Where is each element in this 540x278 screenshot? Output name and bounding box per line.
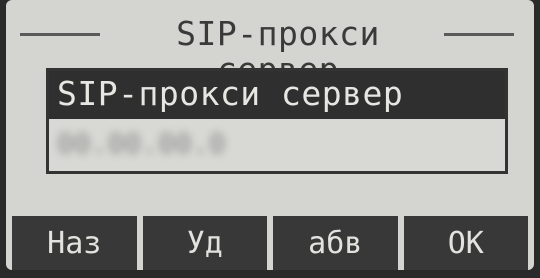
lcd-screen: SIP-прокси сервер SIP-прокси сервер 00.0… — [6, 0, 534, 270]
softkey-delete[interactable]: Уд — [142, 216, 267, 270]
field-label: SIP-прокси сервер — [49, 71, 505, 119]
softkey-back[interactable]: Наз — [12, 216, 137, 270]
softkey-input-mode[interactable]: абв — [273, 216, 398, 270]
title-rule-left — [20, 33, 100, 36]
softkey-bar: Наз Уд абв ОК — [6, 216, 534, 270]
title-rule-right — [444, 33, 514, 36]
softkey-ok[interactable]: ОК — [403, 216, 528, 270]
sip-proxy-field[interactable]: SIP-прокси сервер 00.00.00.0 — [46, 68, 508, 174]
title-row: SIP-прокси сервер — [6, 12, 534, 88]
field-value-blurred[interactable]: 00.00.00.0 — [57, 127, 277, 161]
